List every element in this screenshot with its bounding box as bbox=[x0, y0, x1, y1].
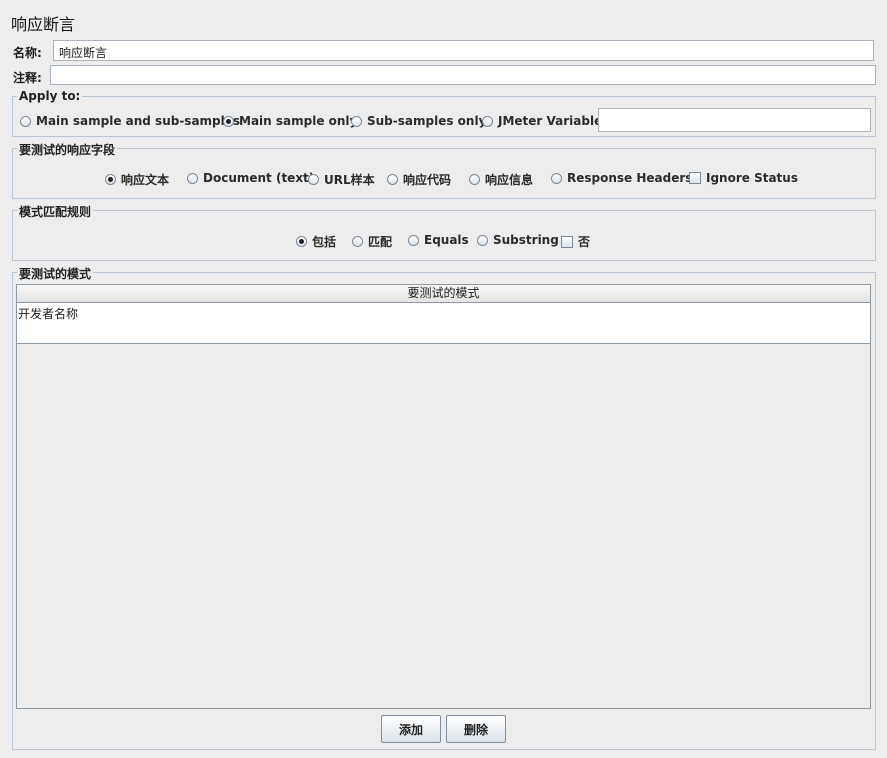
option-label: Equals bbox=[424, 233, 469, 247]
option-label: 否 bbox=[578, 235, 591, 249]
page-title: 响应断言 bbox=[11, 15, 76, 34]
option-label: Substring bbox=[493, 233, 559, 247]
match-rules-title: 模式匹配规则 bbox=[17, 203, 94, 220]
option-label: 响应信息 bbox=[485, 173, 534, 187]
patterns-table: 要测试的模式 开发者名称 bbox=[16, 284, 871, 709]
field-response-code-radio[interactable]: 响应代码 bbox=[387, 171, 451, 188]
rule-matches-radio[interactable]: 匹配 bbox=[352, 233, 392, 250]
checkbox-icon bbox=[561, 235, 573, 248]
option-label: Main sample and sub-samples bbox=[36, 114, 241, 128]
radio-icon bbox=[387, 174, 398, 185]
radio-icon bbox=[308, 174, 319, 185]
option-label: Ignore Status bbox=[706, 171, 798, 185]
field-url-sample-radio[interactable]: URL样本 bbox=[308, 171, 375, 188]
rule-not-checkbox[interactable]: 否 bbox=[561, 233, 590, 250]
ignore-status-checkbox[interactable]: Ignore Status bbox=[689, 171, 798, 185]
apply-jmeter-variable-radio[interactable]: JMeter Variable bbox=[482, 114, 602, 128]
rule-equals-radio[interactable]: Equals bbox=[408, 233, 469, 247]
option-label: JMeter Variable bbox=[498, 114, 603, 128]
radio-selected-icon bbox=[296, 236, 307, 247]
option-label: 响应代码 bbox=[403, 173, 452, 187]
option-label: 响应文本 bbox=[121, 173, 170, 187]
table-body: 开发者名称 bbox=[17, 303, 871, 344]
apply-to-title: Apply to: bbox=[17, 89, 83, 103]
radio-icon bbox=[469, 174, 480, 185]
checkbox-icon bbox=[689, 172, 701, 184]
rule-contains-radio[interactable]: 包括 bbox=[296, 233, 336, 250]
option-label: Document (text) bbox=[203, 171, 315, 185]
jmeter-variable-input[interactable] bbox=[598, 108, 871, 132]
delete-button[interactable]: 删除 bbox=[446, 715, 506, 743]
column-header[interactable]: 要测试的模式 bbox=[17, 285, 870, 303]
radio-icon bbox=[352, 236, 363, 247]
radio-icon bbox=[351, 115, 362, 127]
radio-icon bbox=[551, 172, 562, 184]
option-label: Response Headers bbox=[567, 171, 693, 185]
comment-field[interactable] bbox=[50, 65, 876, 85]
comment-label: 注释: bbox=[13, 71, 42, 85]
radio-icon bbox=[477, 234, 488, 246]
response-field-title: 要测试的响应字段 bbox=[17, 141, 118, 158]
field-response-text-radio[interactable]: 响应文本 bbox=[105, 171, 169, 188]
patterns-title: 要测试的模式 bbox=[17, 265, 94, 282]
radio-selected-icon bbox=[223, 115, 234, 127]
add-button[interactable]: 添加 bbox=[381, 715, 441, 743]
radio-icon bbox=[20, 115, 31, 127]
name-value: 响应断言 bbox=[59, 46, 108, 60]
field-document-radio[interactable]: Document (text) bbox=[187, 171, 314, 185]
option-label: URL样本 bbox=[324, 173, 375, 187]
option-label: Sub-samples only bbox=[367, 114, 487, 128]
option-label: 匹配 bbox=[368, 235, 393, 249]
radio-icon bbox=[408, 234, 419, 246]
field-response-message-radio[interactable]: 响应信息 bbox=[469, 171, 533, 188]
option-label: Main sample only bbox=[239, 114, 358, 128]
apply-main-and-sub-radio[interactable]: Main sample and sub-samples bbox=[20, 114, 240, 128]
option-label: 包括 bbox=[312, 235, 337, 249]
apply-main-only-radio[interactable]: Main sample only bbox=[223, 114, 357, 128]
name-label: 名称: bbox=[13, 46, 42, 60]
name-field[interactable]: 响应断言 bbox=[53, 40, 874, 61]
table-row[interactable]: 开发者名称 bbox=[18, 305, 78, 322]
radio-icon bbox=[187, 172, 198, 184]
radio-icon bbox=[482, 115, 493, 127]
radio-selected-icon bbox=[105, 174, 116, 185]
apply-sub-only-radio[interactable]: Sub-samples only bbox=[351, 114, 486, 128]
rule-substring-radio[interactable]: Substring bbox=[477, 233, 559, 247]
field-response-headers-radio[interactable]: Response Headers bbox=[551, 171, 692, 185]
